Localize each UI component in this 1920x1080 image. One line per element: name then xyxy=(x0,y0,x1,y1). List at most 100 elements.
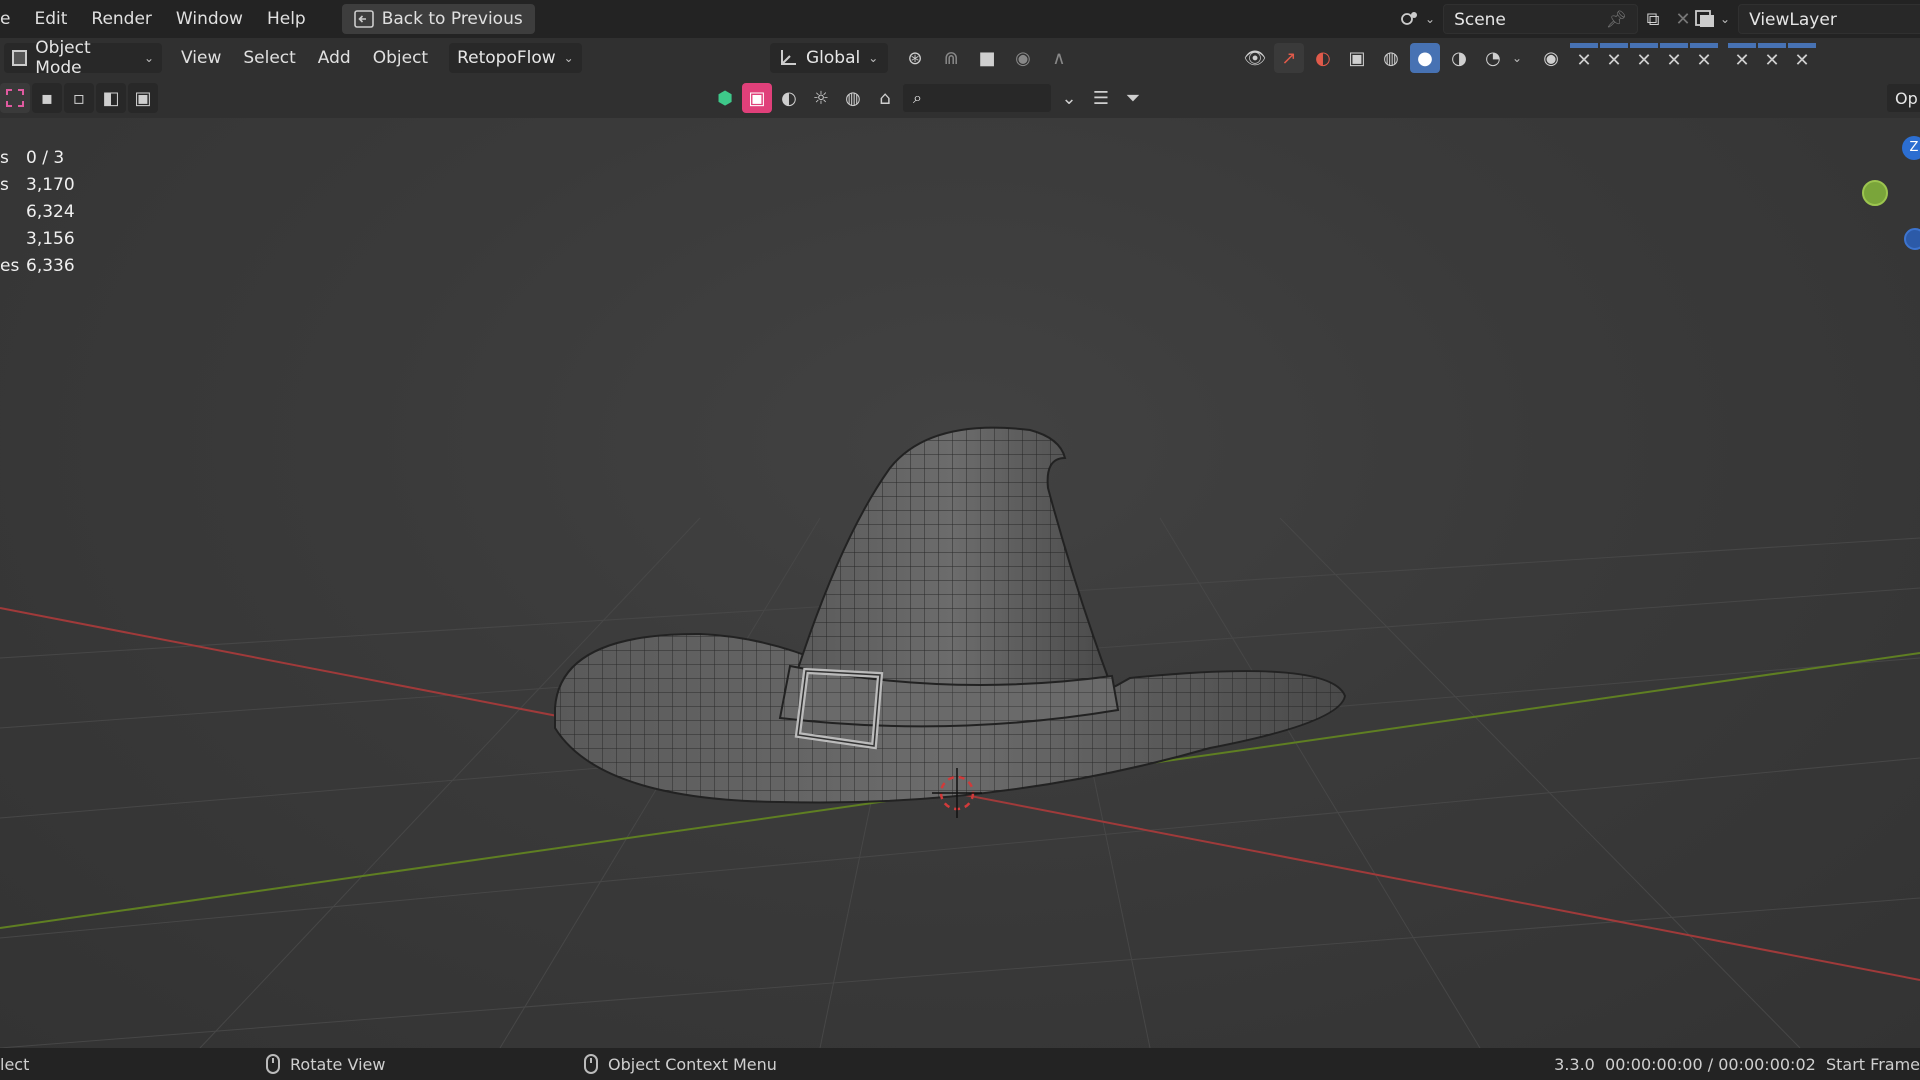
search-field[interactable]: ⌕ xyxy=(902,83,1052,113)
mode-dropdown[interactable]: Object Mode ⌄ xyxy=(4,38,162,78)
selection-mode-group: ▪ ▫ ◧ ▣ xyxy=(0,83,158,113)
orientation-axis-icon xyxy=(781,50,796,65)
menu-add[interactable]: Add xyxy=(307,48,362,68)
viewport-header: Object Mode ⌄ View Select Add Object Ret… xyxy=(0,38,1920,78)
chevron-down-icon: ⌄ xyxy=(1720,12,1731,26)
pivot-point-icon[interactable]: ⊛ xyxy=(900,43,930,73)
viewlayer-selector[interactable]: ⌄ ViewLayer xyxy=(1690,4,1920,34)
selectable-filter-icon[interactable]: ▣ xyxy=(742,83,772,113)
collection-toggle-icon[interactable]: ✕ xyxy=(1660,43,1689,73)
select-intersect-icon[interactable]: ▣ xyxy=(128,83,158,113)
chevron-down-icon: ⌄ xyxy=(563,51,574,65)
chevron-down-icon: ⌄ xyxy=(868,51,879,65)
menu-select[interactable]: Select xyxy=(232,48,306,68)
menu-render[interactable]: Render xyxy=(79,0,164,38)
options-label: Op xyxy=(1895,89,1918,108)
scene-name: Scene xyxy=(1454,10,1506,30)
stat-row: s 3,170 xyxy=(0,175,75,195)
status-context-hint: Object Context Menu xyxy=(584,1054,777,1074)
snap-icon[interactable]: ⋒ xyxy=(936,43,966,73)
proportional-edit-icon[interactable]: ◉ xyxy=(1008,43,1038,73)
retopoflow-label: RetopoFlow xyxy=(457,48,556,68)
select-new-icon[interactable] xyxy=(0,83,30,113)
pin-icon[interactable]: 📌︎ xyxy=(1605,5,1627,33)
witch-hat-model xyxy=(554,426,1347,804)
snap-target-icon[interactable]: ■ xyxy=(972,43,1002,73)
material-shading-icon[interactable]: ◑ xyxy=(1444,43,1474,73)
menu-edit[interactable]: Edit xyxy=(22,0,79,38)
select-extend-icon[interactable]: ▪ xyxy=(32,83,62,113)
gizmo-y-axis[interactable] xyxy=(1862,180,1888,206)
collection-toggle-icon[interactable]: ✕ xyxy=(1728,43,1757,73)
menu-help[interactable]: Help xyxy=(255,0,318,38)
options-button[interactable]: Op xyxy=(1886,83,1920,113)
collection-toggle-icon[interactable]: ✕ xyxy=(1600,43,1629,73)
viewlayer-icon[interactable] xyxy=(1690,4,1720,34)
filter-icon[interactable]: ⏷ xyxy=(1118,83,1148,113)
overlays-icon[interactable]: ◐ xyxy=(1308,43,1338,73)
world-filter-icon[interactable]: ◍ xyxy=(838,83,868,113)
menu-object[interactable]: Object xyxy=(362,48,439,68)
gizmo-neg-axis[interactable] xyxy=(1904,228,1920,250)
viewlayer-name: ViewLayer xyxy=(1749,10,1837,30)
viewport-scene xyxy=(0,426,1920,1048)
back-to-previous-button[interactable]: Back to Previous xyxy=(341,4,535,34)
retopoflow-menu[interactable]: RetopoFlow ⌄ xyxy=(449,43,582,73)
collection-toggle-icon[interactable]: ✕ xyxy=(1690,43,1719,73)
camera-filter-icon[interactable]: ⌂ xyxy=(870,83,900,113)
solid-shading-icon[interactable]: ● xyxy=(1410,43,1440,73)
select-subtract-icon[interactable]: ▫ xyxy=(64,83,94,113)
collection-toggle-icon[interactable]: ✕ xyxy=(1630,43,1659,73)
sort-icon[interactable]: ⌄ xyxy=(1054,83,1084,113)
tool-header: ▪ ▫ ◧ ▣ ⬢ ▣ ◐ ☼ ◍ ⌂ ⌕ ⌄ ☰ ⏷ Op xyxy=(0,78,1920,118)
rendered-shading-icon[interactable]: ◔ xyxy=(1478,43,1508,73)
orientation-label: Global xyxy=(806,48,861,68)
status-version-frame: 3.3.0 00:00:00:00 / 00:00:00:02 Start Fr… xyxy=(1554,1054,1920,1074)
gizmo-icon[interactable]: ↗ xyxy=(1274,43,1304,73)
3d-viewport[interactable]: s0 / 3 s 3,170 6,324 3,156 es 6,336 Z xyxy=(0,118,1920,1048)
status-select-hint: lect xyxy=(0,1054,30,1074)
chevron-down-icon: ⌄ xyxy=(1512,51,1523,65)
visible-filter-icon[interactable]: ◐ xyxy=(774,83,804,113)
falloff-icon[interactable]: ∧ xyxy=(1044,43,1074,73)
visibility-filter-icon[interactable]: 👁︎ xyxy=(1240,43,1270,73)
search-input[interactable] xyxy=(927,89,1038,107)
transform-orientation-dropdown[interactable]: Global ⌄ xyxy=(770,43,888,73)
menu-window[interactable]: Window xyxy=(164,0,255,38)
object-type-icon[interactable]: ⬢ xyxy=(710,83,740,113)
stat-row: es 6,336 xyxy=(0,256,75,276)
scene-field[interactable]: Scene 📌︎ xyxy=(1443,4,1639,34)
xray-icon[interactable]: ▣ xyxy=(1342,43,1372,73)
back-to-previous-label: Back to Previous xyxy=(381,9,523,29)
top-menu-bar: e Edit Render Window Help Back to Previo… xyxy=(0,0,1920,38)
collection-toggle-icon[interactable]: ✕ xyxy=(1570,43,1599,73)
eye-icon[interactable]: ◉ xyxy=(1536,43,1566,73)
scene-icon[interactable] xyxy=(1395,4,1425,34)
light-filter-icon[interactable]: ☼ xyxy=(806,83,836,113)
viewlayer-field[interactable]: ViewLayer xyxy=(1738,4,1920,34)
chevron-down-icon: ⌄ xyxy=(143,51,154,65)
status-bar: lect Rotate View Object Context Menu 3.3… xyxy=(0,1048,1920,1080)
hierarchy-icon[interactable]: ☰ xyxy=(1086,83,1116,113)
scene-statistics: s0 / 3 s 3,170 6,324 3,156 es 6,336 xyxy=(0,148,75,283)
menu-file[interactable]: e xyxy=(0,0,22,38)
object-mode-icon xyxy=(12,50,28,66)
scene-selector[interactable]: ⌄ Scene 📌︎ ⧉ ✕ xyxy=(1395,4,1698,34)
outliner-filter-group: ⬢ ▣ ◐ ☼ ◍ ⌂ ⌕ ⌄ ☰ ⏷ xyxy=(710,83,1148,113)
collection-toggle-icon[interactable]: ✕ xyxy=(1788,43,1817,73)
mouse-middle-icon xyxy=(266,1054,280,1074)
mode-label: Object Mode xyxy=(35,38,91,78)
select-invert-icon[interactable]: ◧ xyxy=(96,83,126,113)
collection-toggles: ✕ ✕ ✕ ✕ ✕ ✕ ✕ ✕ xyxy=(1570,43,1817,73)
menu-view[interactable]: View xyxy=(170,48,232,68)
status-rotate-hint: Rotate View xyxy=(266,1054,385,1074)
new-scene-icon[interactable]: ⧉ xyxy=(1638,4,1668,34)
gizmo-z-axis[interactable]: Z xyxy=(1902,136,1920,160)
stat-row: 3,156 xyxy=(26,229,75,249)
mouse-right-icon xyxy=(584,1054,598,1074)
chevron-down-icon: ⌄ xyxy=(1425,12,1436,26)
stat-row: s0 / 3 xyxy=(0,148,65,168)
search-icon: ⌕ xyxy=(913,88,922,107)
collection-toggle-icon[interactable]: ✕ xyxy=(1758,43,1787,73)
wireframe-shading-icon[interactable]: ◍ xyxy=(1376,43,1406,73)
